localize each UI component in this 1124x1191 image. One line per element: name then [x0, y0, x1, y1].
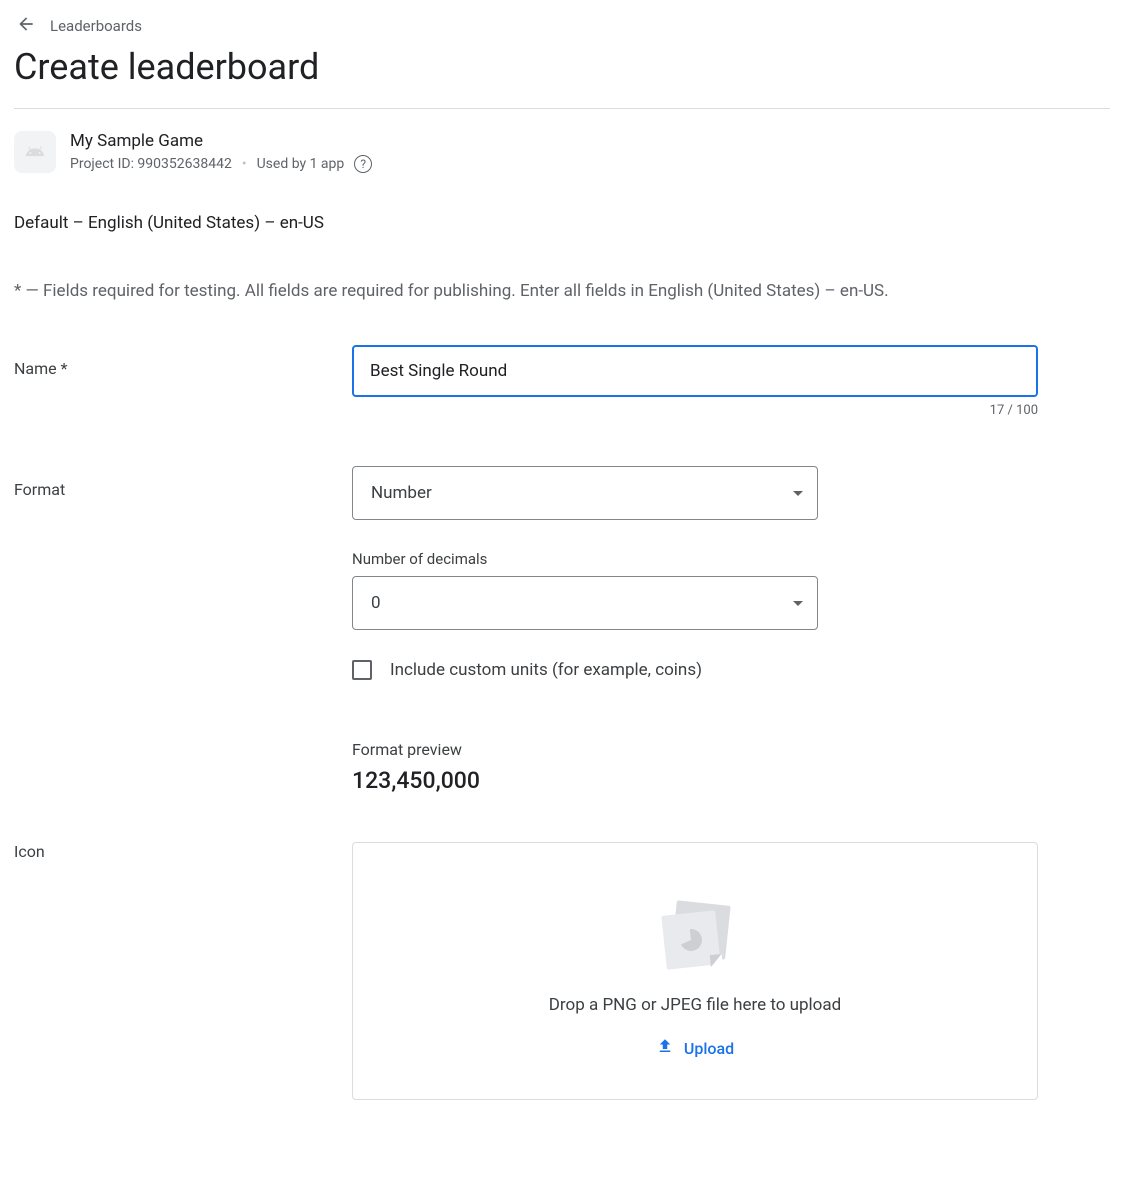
- form-row-name: Name * 17 / 100: [14, 345, 1110, 418]
- section-divider: [14, 108, 1110, 109]
- icon-drop-zone[interactable]: Drop a PNG or JPEG file here to upload U…: [352, 842, 1038, 1100]
- custom-units-checkbox[interactable]: [352, 660, 372, 680]
- decimals-select[interactable]: 0: [352, 576, 818, 630]
- app-header: My Sample Game Project ID: 990352638442 …: [14, 131, 1110, 173]
- chevron-down-icon: [793, 601, 803, 606]
- project-id: Project ID: 990352638442: [70, 156, 232, 172]
- drop-zone-text: Drop a PNG or JPEG file here to upload: [549, 995, 841, 1015]
- form-row-format: Format Number Number of decimals 0 Inclu…: [14, 466, 1110, 794]
- app-name: My Sample Game: [70, 131, 372, 151]
- locale-line: Default – English (United States) – en-U…: [14, 213, 1110, 233]
- format-select-value: Number: [371, 483, 432, 503]
- name-input[interactable]: [352, 345, 1038, 397]
- icon-label: Icon: [14, 842, 352, 861]
- app-icon-placeholder: [14, 131, 56, 173]
- format-preview-value: 123,450,000: [352, 767, 1038, 794]
- format-label: Format: [14, 466, 352, 499]
- separator-dot: •: [242, 156, 247, 172]
- breadcrumb[interactable]: Leaderboards: [14, 14, 1110, 38]
- custom-units-label: Include custom units (for example, coins…: [390, 660, 702, 680]
- back-arrow-icon[interactable]: [16, 14, 36, 38]
- used-by-apps: Used by 1 app: [257, 156, 345, 172]
- page-title: Create leaderboard: [14, 46, 1110, 88]
- upload-label: Upload: [684, 1039, 734, 1058]
- name-label: Name *: [14, 345, 352, 378]
- upload-icon: [656, 1037, 674, 1059]
- required-fields-note: * — Fields required for testing. All fie…: [14, 281, 1110, 301]
- decimals-select-value: 0: [371, 593, 381, 613]
- breadcrumb-parent[interactable]: Leaderboards: [50, 17, 142, 35]
- help-icon[interactable]: ?: [354, 155, 372, 173]
- name-char-count: 17 / 100: [352, 403, 1038, 418]
- format-preview-label: Format preview: [352, 740, 1038, 759]
- format-select[interactable]: Number: [352, 466, 818, 520]
- upload-button[interactable]: Upload: [656, 1037, 734, 1059]
- chevron-down-icon: [793, 491, 803, 496]
- image-stack-icon: [660, 903, 730, 973]
- form-row-icon: Icon Drop a PNG or JPEG file here to upl…: [14, 842, 1110, 1100]
- decimals-label: Number of decimals: [352, 550, 1038, 568]
